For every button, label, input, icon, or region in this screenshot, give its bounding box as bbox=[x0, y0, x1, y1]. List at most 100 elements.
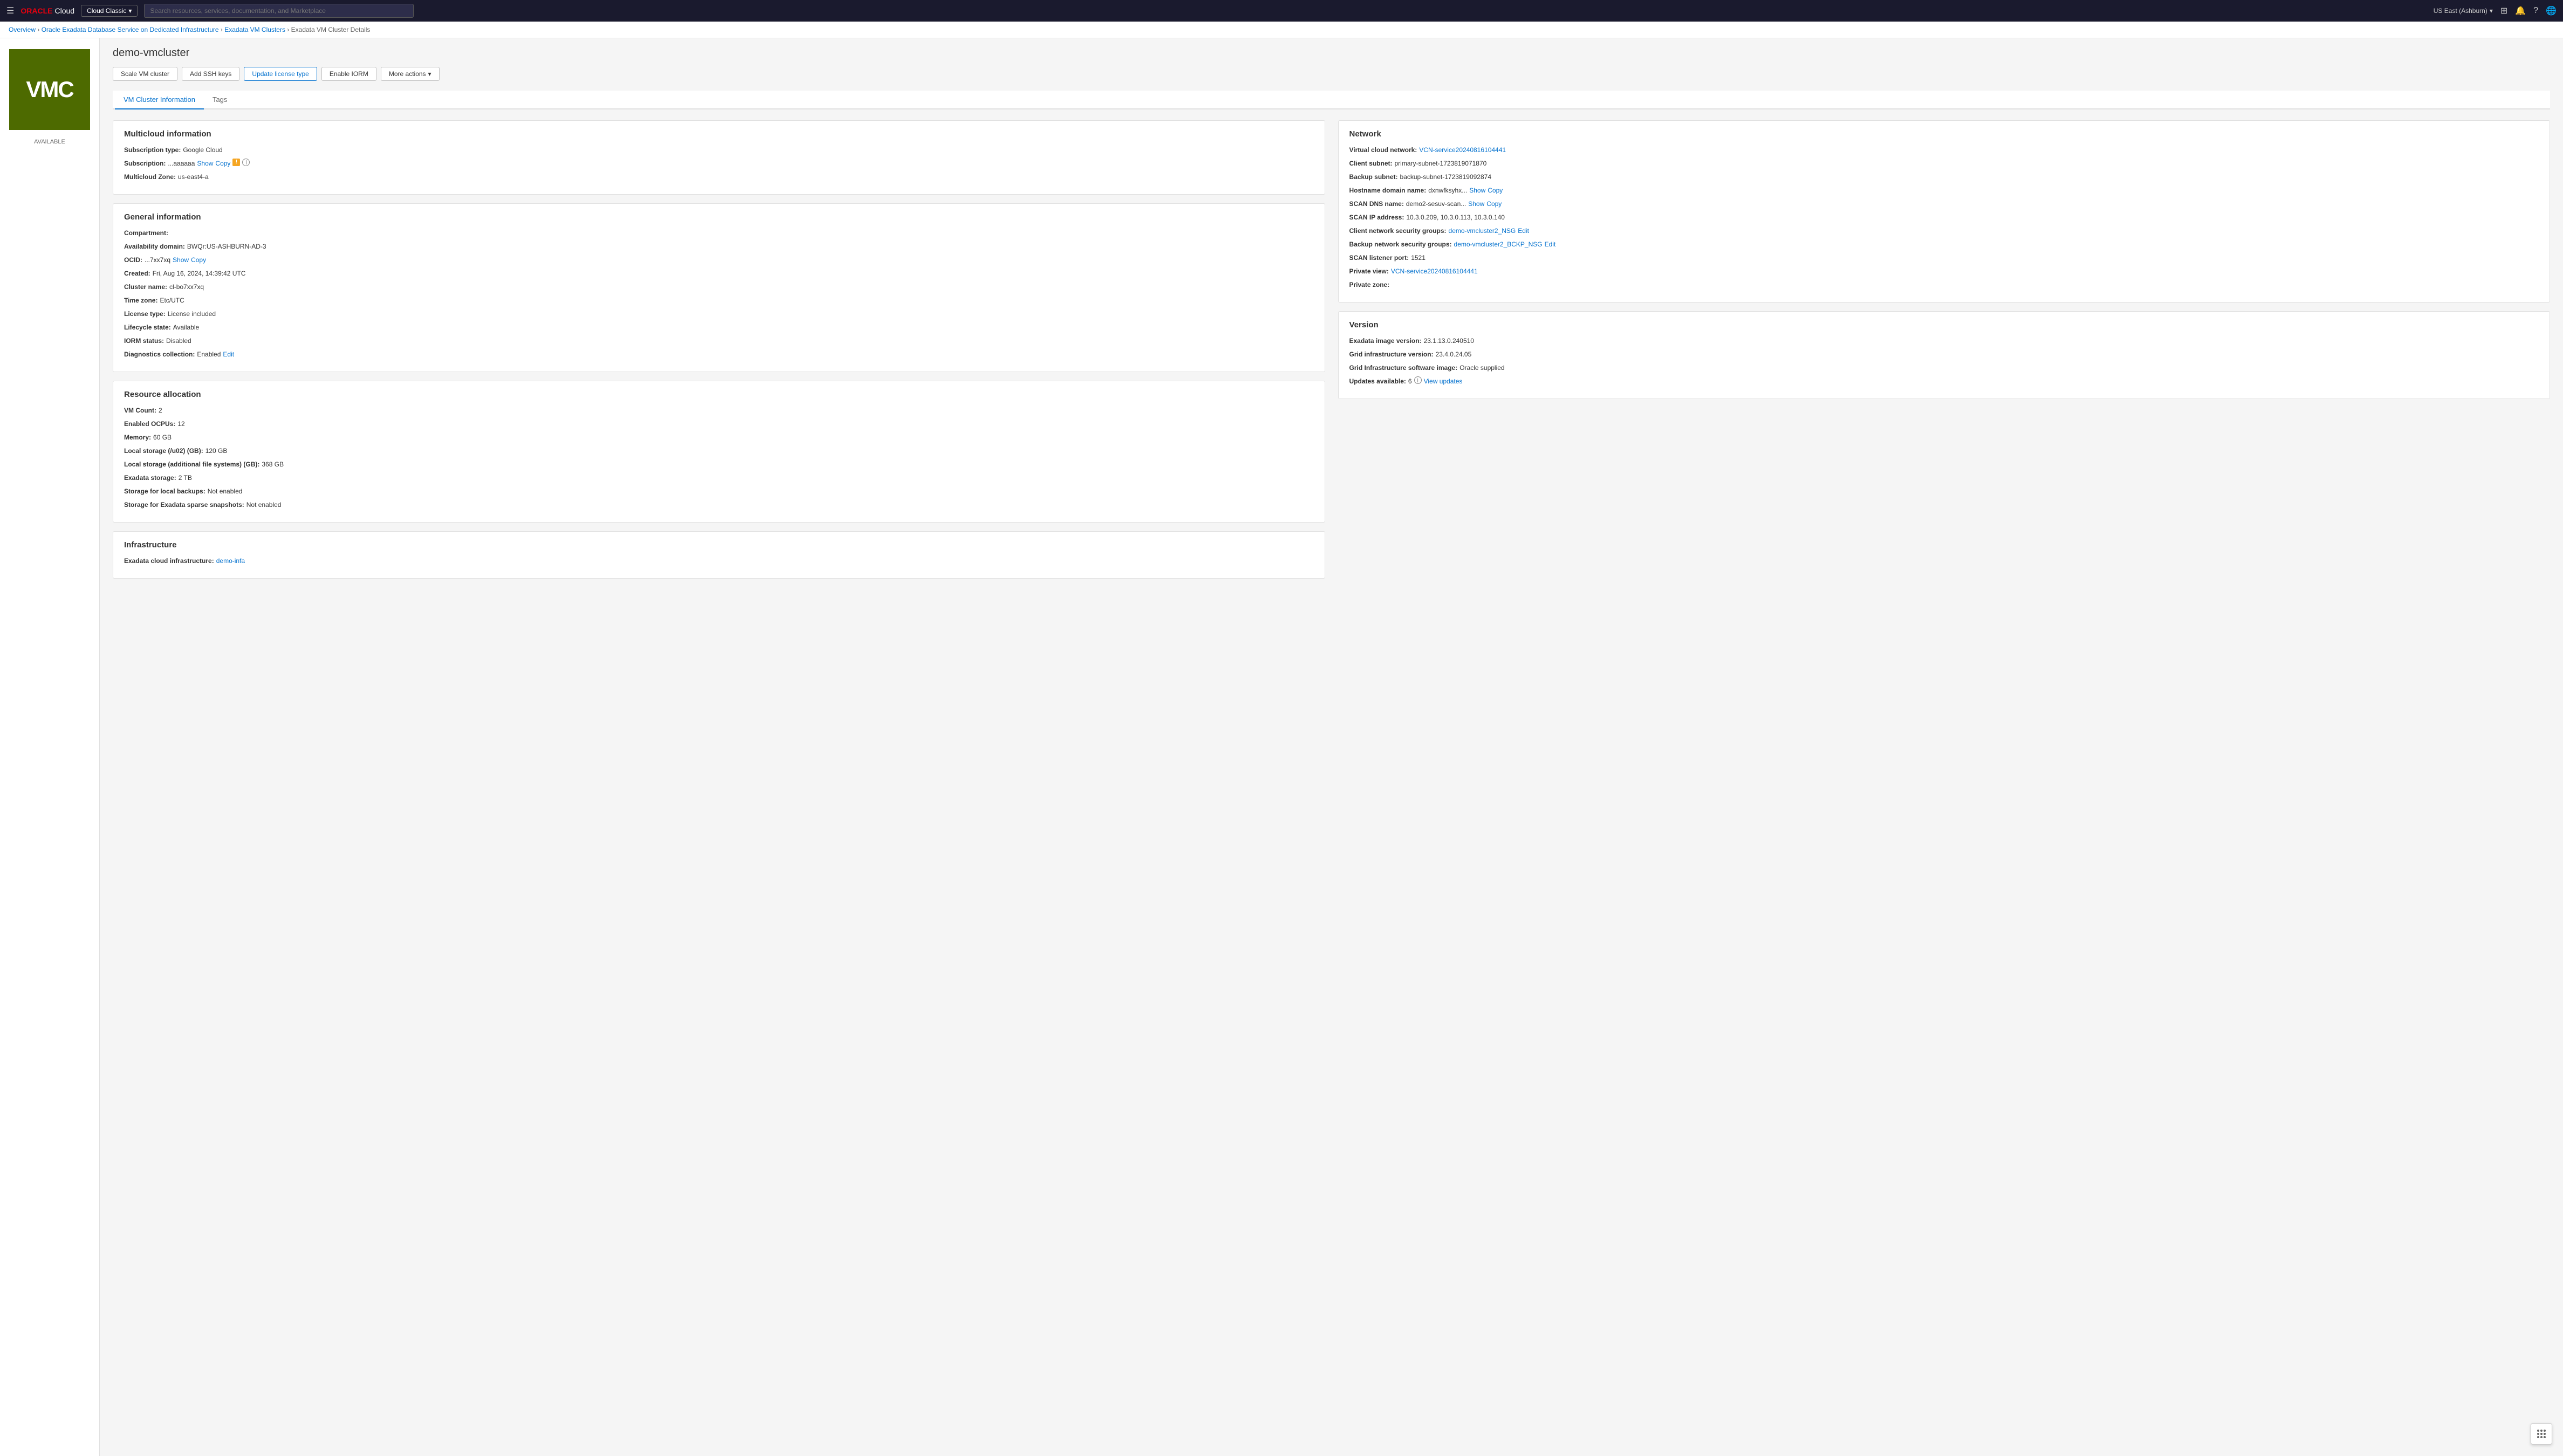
resource-allocation-title: Resource allocation bbox=[124, 390, 1314, 399]
sidebar: VMC AVAILABLE bbox=[0, 38, 100, 1456]
vm-count-label: VM Count: bbox=[124, 406, 156, 415]
grid-software-row: Grid Infrastructure software image: Orac… bbox=[1349, 363, 2539, 373]
status-badge: AVAILABLE bbox=[34, 139, 65, 145]
subscription-type-row: Subscription type: Google Cloud bbox=[124, 145, 1314, 155]
iorm-status-row: IORM status: Disabled bbox=[124, 336, 1314, 346]
ocid-show-link[interactable]: Show bbox=[173, 255, 189, 265]
subscription-row: Subscription: ...aaaaaa Show Copy ! i bbox=[124, 159, 1314, 168]
ocid-copy-link[interactable]: Copy bbox=[191, 255, 206, 265]
vcn-link[interactable]: VCN-service20240816104441 bbox=[1419, 145, 1506, 155]
region-selector[interactable]: US East (Ashburn) ▾ bbox=[2434, 7, 2493, 15]
client-nsg-link[interactable]: demo-vmcluster2_NSG bbox=[1449, 226, 1516, 236]
general-section-title: General information bbox=[124, 212, 1314, 222]
subscription-value: ...aaaaaa bbox=[168, 159, 195, 168]
help-icon[interactable]: ? bbox=[2533, 6, 2538, 16]
exadata-image-label: Exadata image version: bbox=[1349, 336, 1422, 346]
multicloud-section: Multicloud information Subscription type… bbox=[113, 120, 1325, 195]
scan-dns-show-link[interactable]: Show bbox=[1468, 199, 1484, 209]
multicloud-zone-label: Multicloud Zone: bbox=[124, 172, 176, 182]
top-navigation: ☰ ORACLE Cloud Cloud Classic ▾ US East (… bbox=[0, 0, 2563, 22]
local-storage-u02-row: Local storage (/u02) (GB): 120 GB bbox=[124, 446, 1314, 456]
subscription-copy-link[interactable]: Copy bbox=[215, 159, 230, 168]
vm-count-value: 2 bbox=[159, 406, 162, 415]
client-nsg-edit-link[interactable]: Edit bbox=[1518, 226, 1529, 236]
tab-vm-cluster-information[interactable]: VM Cluster Information bbox=[115, 91, 204, 109]
subscription-show-link[interactable]: Show bbox=[197, 159, 213, 168]
layout-icon[interactable]: ⊞ bbox=[2500, 5, 2507, 16]
timezone-row: Time zone: Etc/UTC bbox=[124, 296, 1314, 305]
resource-icon-box: VMC bbox=[9, 49, 90, 130]
local-storage-u02-value: 120 GB bbox=[205, 446, 228, 456]
backup-nsg-row: Backup network security groups: demo-vmc… bbox=[1349, 239, 2539, 249]
timezone-value: Etc/UTC bbox=[160, 296, 184, 305]
backup-nsg-edit-link[interactable]: Edit bbox=[1545, 239, 1556, 249]
storage-backups-value: Not enabled bbox=[208, 486, 243, 496]
scan-port-label: SCAN listener port: bbox=[1349, 253, 1409, 263]
private-zone-label: Private zone: bbox=[1349, 280, 1390, 290]
breadcrumb-vm-clusters[interactable]: Exadata VM Clusters bbox=[224, 26, 285, 33]
hostname-copy-link[interactable]: Copy bbox=[1488, 186, 1503, 195]
breadcrumb-overview[interactable]: Overview bbox=[9, 26, 36, 33]
breadcrumb-exadata-service[interactable]: Oracle Exadata Database Service on Dedic… bbox=[42, 26, 219, 33]
chevron-down-icon: ▾ bbox=[128, 7, 132, 15]
backup-nsg-link[interactable]: demo-vmcluster2_BCKP_NSG bbox=[1454, 239, 1543, 249]
diagnostics-value: Enabled bbox=[197, 349, 221, 359]
scan-ip-row: SCAN IP address: 10.3.0.209, 10.3.0.113,… bbox=[1349, 212, 2539, 222]
license-type-row: License type: License included bbox=[124, 309, 1314, 319]
backup-subnet-value: backup-subnet-1723819092874 bbox=[1400, 172, 1491, 182]
client-nsg-label: Client network security groups: bbox=[1349, 226, 1447, 236]
ocid-label: OCID: bbox=[124, 255, 142, 265]
env-switcher-button[interactable]: Cloud Classic ▾ bbox=[81, 5, 138, 17]
client-subnet-row: Client subnet: primary-subnet-1723819071… bbox=[1349, 159, 2539, 168]
region-label: US East (Ashburn) bbox=[2434, 7, 2487, 15]
cloud-text: Cloud bbox=[54, 6, 74, 15]
hostname-row: Hostname domain name: dxnwfksyhx... Show… bbox=[1349, 186, 2539, 195]
update-license-button[interactable]: Update license type bbox=[244, 67, 317, 81]
subscription-type-label: Subscription type: bbox=[124, 145, 181, 155]
exadata-image-row: Exadata image version: 23.1.13.0.240510 bbox=[1349, 336, 2539, 346]
hostname-show-link[interactable]: Show bbox=[1469, 186, 1485, 195]
subscription-type-value: Google Cloud bbox=[183, 145, 222, 155]
globe-icon[interactable]: 🌐 bbox=[2546, 5, 2557, 16]
subscription-warning-icon: ! bbox=[232, 159, 240, 166]
scan-ip-label: SCAN IP address: bbox=[1349, 212, 1404, 222]
page-title: demo-vmcluster bbox=[113, 47, 2550, 59]
hamburger-icon[interactable]: ☰ bbox=[6, 5, 14, 16]
storage-snapshots-value: Not enabled bbox=[246, 500, 282, 510]
exadata-cloud-link[interactable]: demo-infa bbox=[216, 556, 245, 566]
add-ssh-button[interactable]: Add SSH keys bbox=[182, 67, 239, 81]
env-label: Cloud Classic bbox=[87, 7, 126, 15]
tab-tags[interactable]: Tags bbox=[204, 91, 236, 109]
backup-subnet-row: Backup subnet: backup-subnet-17238190928… bbox=[1349, 172, 2539, 182]
updates-count: 6 bbox=[1408, 376, 1412, 386]
more-actions-button[interactable]: More actions ▾ bbox=[381, 67, 440, 81]
created-value: Fri, Aug 16, 2024, 14:39:42 UTC bbox=[153, 269, 246, 278]
infrastructure-title: Infrastructure bbox=[124, 540, 1314, 550]
scale-vm-button[interactable]: Scale VM cluster bbox=[113, 67, 177, 81]
updates-info-icon[interactable]: i bbox=[1414, 376, 1422, 384]
compartment-label: Compartment: bbox=[124, 228, 168, 238]
notifications-icon[interactable]: 🔔 bbox=[2515, 5, 2526, 16]
timezone-label: Time zone: bbox=[124, 296, 157, 305]
grid-infra-label: Grid infrastructure version: bbox=[1349, 349, 1434, 359]
scan-dns-copy-link[interactable]: Copy bbox=[1486, 199, 1502, 209]
private-view-link[interactable]: VCN-service20240816104441 bbox=[1391, 266, 1478, 276]
left-panel: Multicloud information Subscription type… bbox=[113, 120, 1325, 587]
breadcrumb-current: Exadata VM Cluster Details bbox=[291, 26, 371, 33]
updates-available-label: Updates available: bbox=[1349, 376, 1406, 386]
search-input[interactable] bbox=[144, 4, 414, 18]
subscription-info-icon[interactable]: i bbox=[242, 159, 250, 166]
main-content: demo-vmcluster Scale VM cluster Add SSH … bbox=[100, 38, 2563, 1456]
enabled-ocpus-label: Enabled OCPUs: bbox=[124, 419, 175, 429]
grid-infra-row: Grid infrastructure version: 23.4.0.24.0… bbox=[1349, 349, 2539, 359]
local-storage-add-row: Local storage (additional file systems) … bbox=[124, 459, 1314, 469]
private-view-label: Private view: bbox=[1349, 266, 1389, 276]
infrastructure-section: Infrastructure Exadata cloud infrastruct… bbox=[113, 531, 1325, 579]
grid-software-label: Grid Infrastructure software image: bbox=[1349, 363, 1458, 373]
view-updates-link[interactable]: View updates bbox=[1424, 376, 1463, 386]
help-fab[interactable] bbox=[2531, 1423, 2552, 1445]
license-type-value: License included bbox=[168, 309, 216, 319]
enable-iorm-button[interactable]: Enable IORM bbox=[321, 67, 376, 81]
diagnostics-edit-link[interactable]: Edit bbox=[223, 349, 234, 359]
main-container: VMC AVAILABLE demo-vmcluster Scale VM cl… bbox=[0, 38, 2563, 1456]
